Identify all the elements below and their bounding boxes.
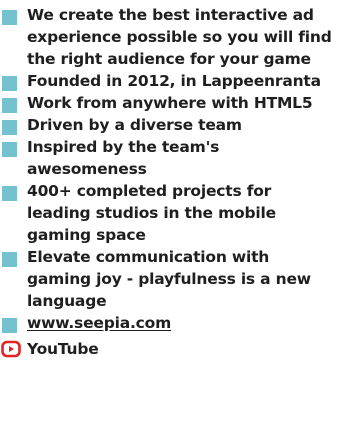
square-bullet-icon	[2, 252, 17, 267]
square-bullet-icon	[2, 186, 17, 201]
youtube-link[interactable]: YouTube	[27, 338, 99, 360]
feature-item-ad-experience: We create the best interactive ad experi…	[0, 4, 337, 70]
website-item: www.seepia.com	[0, 312, 337, 334]
feature-text: Founded in 2012, in Lappeenranta	[27, 72, 321, 90]
square-bullet-icon	[2, 10, 17, 25]
feature-text: Inspired by the team's awesomeness	[27, 138, 220, 178]
feature-text: Work from anywhere with HTML5	[27, 94, 313, 112]
feature-text: Driven by a diverse team	[27, 116, 242, 134]
square-bullet-icon	[2, 318, 17, 333]
feature-item-projects: 400+ completed projects for leading stud…	[0, 180, 337, 246]
feature-item-founded: Founded in 2012, in Lappeenranta	[0, 70, 337, 92]
feature-text: 400+ completed projects for leading stud…	[27, 182, 276, 244]
feature-item-inspired: Inspired by the team's awesomeness	[0, 136, 337, 180]
square-bullet-icon	[2, 142, 17, 157]
youtube-icon	[1, 339, 21, 359]
website-link[interactable]: www.seepia.com	[27, 312, 337, 334]
feature-text: Elevate communication with gaming joy - …	[27, 248, 311, 310]
feature-item-diverse-team: Driven by a diverse team	[0, 114, 337, 136]
square-bullet-icon	[2, 76, 17, 91]
feature-item-html5: Work from anywhere with HTML5	[0, 92, 337, 114]
square-bullet-icon	[2, 98, 17, 113]
youtube-link-row[interactable]: YouTube	[1, 338, 337, 360]
feature-text: We create the best interactive ad experi…	[27, 6, 332, 68]
feature-item-gaming-joy: Elevate communication with gaming joy - …	[0, 246, 337, 312]
feature-list: We create the best interactive ad experi…	[0, 0, 337, 334]
square-bullet-icon	[2, 120, 17, 135]
